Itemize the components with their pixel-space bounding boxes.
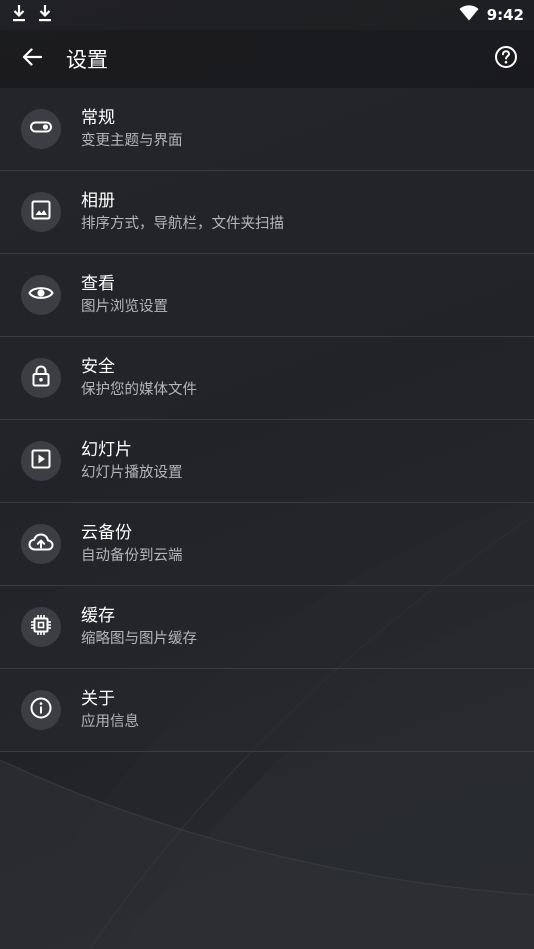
page-title: 设置 — [66, 48, 108, 72]
info-icon — [29, 696, 53, 724]
status-bar: 9:42 — [0, 0, 534, 30]
download-icon — [38, 4, 52, 26]
setting-subtitle: 图片浏览设置 — [81, 299, 168, 315]
setting-item-slideshow[interactable]: 幻灯片 幻灯片播放设置 — [0, 420, 534, 503]
setting-icon-wrapper — [21, 524, 61, 564]
setting-icon-wrapper — [21, 607, 61, 647]
setting-title: 安全 — [81, 357, 115, 377]
setting-subtitle: 排序方式，导航栏，文件夹扫描 — [81, 216, 284, 232]
settings-screen: 9:42 设置 常规 变更主题与界面 相册 排序方式，导航栏，文件夹扫描 查看 … — [0, 0, 534, 949]
setting-subtitle: 缩略图与图片缓存 — [81, 631, 197, 647]
setting-icon-wrapper — [21, 358, 61, 398]
setting-title: 查看 — [81, 274, 115, 294]
setting-icon-wrapper — [21, 275, 61, 315]
help-circle-icon — [494, 45, 518, 73]
setting-subtitle: 幻灯片播放设置 — [81, 465, 183, 481]
eye-icon — [28, 281, 54, 309]
download-icon — [12, 4, 26, 26]
cloud-upload-icon — [28, 530, 54, 558]
help-button[interactable] — [478, 30, 534, 88]
image-icon — [29, 198, 53, 226]
status-time: 9:42 — [486, 6, 524, 24]
settings-list: 常规 变更主题与界面 相册 排序方式，导航栏，文件夹扫描 查看 图片浏览设置 安… — [0, 88, 534, 752]
setting-title: 缓存 — [81, 606, 115, 626]
back-button[interactable] — [0, 30, 64, 88]
arrow-back-icon — [22, 47, 43, 71]
setting-subtitle: 自动备份到云端 — [81, 548, 183, 564]
setting-item-album[interactable]: 相册 排序方式，导航栏，文件夹扫描 — [0, 171, 534, 254]
setting-item-about[interactable]: 关于 应用信息 — [0, 669, 534, 752]
play-box-icon — [29, 447, 53, 475]
setting-icon-wrapper — [21, 690, 61, 730]
toggle-icon — [29, 115, 53, 143]
setting-subtitle: 应用信息 — [81, 714, 139, 730]
setting-icon-wrapper — [21, 192, 61, 232]
wifi-icon — [459, 5, 479, 25]
toolbar: 设置 — [0, 30, 534, 88]
setting-subtitle: 保护您的媒体文件 — [81, 382, 197, 398]
setting-title: 相册 — [81, 191, 115, 211]
setting-item-cloud-backup[interactable]: 云备份 自动备份到云端 — [0, 503, 534, 586]
setting-item-security[interactable]: 安全 保护您的媒体文件 — [0, 337, 534, 420]
setting-subtitle: 变更主题与界面 — [81, 133, 183, 149]
lock-icon — [29, 364, 53, 392]
setting-title: 幻灯片 — [81, 440, 132, 460]
setting-item-view[interactable]: 查看 图片浏览设置 — [0, 254, 534, 337]
chip-icon — [29, 613, 53, 641]
setting-title: 常规 — [81, 108, 115, 128]
setting-icon-wrapper — [21, 441, 61, 481]
setting-item-cache[interactable]: 缓存 缩略图与图片缓存 — [0, 586, 534, 669]
setting-icon-wrapper — [21, 109, 61, 149]
setting-title: 关于 — [81, 689, 115, 709]
setting-title: 云备份 — [81, 523, 132, 543]
setting-item-general[interactable]: 常规 变更主题与界面 — [0, 88, 534, 171]
